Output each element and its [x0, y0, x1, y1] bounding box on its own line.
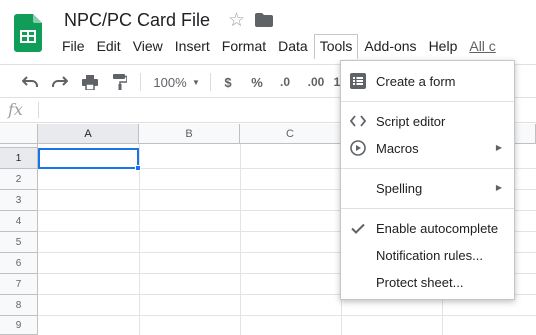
menu-item-label: Macros	[376, 141, 419, 156]
zoom-value: 100%	[153, 74, 187, 90]
menu-insert[interactable]: Insert	[169, 34, 216, 58]
toolbar-divider	[210, 73, 211, 91]
row-header-9[interactable]: 9	[0, 316, 38, 335]
increase-decimal-button[interactable]: .00	[304, 73, 328, 91]
checkmark-icon	[349, 220, 367, 236]
menu-item-enable-autocomplete[interactable]: Enable autocomplete	[341, 215, 514, 241]
row-header-3[interactable]: 3	[0, 190, 38, 211]
all-changes-link[interactable]: All c	[463, 34, 501, 58]
menu-format[interactable]: Format	[216, 34, 272, 58]
submenu-arrow-icon: ▶	[495, 183, 502, 192]
menu-item-label: Protect sheet...	[376, 275, 464, 290]
code-icon	[349, 113, 367, 129]
toolbar-divider	[140, 73, 141, 91]
row-header-7[interactable]: 7	[0, 274, 38, 295]
column-header-c[interactable]: C	[240, 124, 341, 144]
frozen-row-bar[interactable]	[0, 144, 38, 148]
menu-item-create-form[interactable]: Create a form	[341, 68, 514, 94]
menubar: File Edit View Insert Format Data Tools …	[56, 33, 502, 59]
menu-item-label: Create a form	[376, 74, 456, 89]
currency-format-button[interactable]: $	[220, 73, 236, 91]
menu-item-script-editor[interactable]: Script editor	[341, 108, 514, 134]
row-header-4[interactable]: 4	[0, 211, 38, 232]
redo-icon[interactable]	[50, 73, 70, 91]
column-header-a[interactable]: A	[38, 124, 139, 144]
menu-data[interactable]: Data	[272, 34, 314, 58]
select-all-corner[interactable]	[0, 124, 38, 144]
menu-item-macros[interactable]: Macros ▶	[341, 135, 514, 161]
menu-divider	[341, 208, 514, 209]
play-circle-icon	[349, 140, 367, 156]
menu-file[interactable]: File	[56, 34, 91, 58]
column-header-b[interactable]: B	[139, 124, 240, 144]
menu-item-spelling[interactable]: Spelling ▶	[341, 175, 514, 201]
menu-help[interactable]: Help	[423, 34, 464, 58]
undo-icon[interactable]	[20, 73, 40, 91]
row-header-2[interactable]: 2	[0, 169, 38, 190]
menu-tools[interactable]: Tools	[313, 33, 359, 59]
menu-divider	[341, 101, 514, 102]
active-cell-a1[interactable]	[38, 148, 139, 169]
menu-item-label: Spelling	[376, 181, 423, 196]
row-header-1[interactable]: 1	[0, 148, 38, 169]
fx-icon: fx	[8, 100, 23, 119]
form-icon	[349, 73, 367, 89]
tools-menu: Create a form Script editor Macros ▶ Spe…	[340, 60, 515, 300]
decrease-decimal-button[interactable]: .0	[276, 73, 294, 91]
menu-item-label: Script editor	[376, 114, 446, 129]
print-icon[interactable]	[80, 73, 100, 91]
gridline	[139, 144, 140, 335]
gridline	[38, 315, 536, 316]
zoom-select[interactable]: 100%	[150, 73, 190, 91]
fill-handle[interactable]	[135, 165, 141, 171]
menu-divider	[341, 168, 514, 169]
menu-edit[interactable]: Edit	[91, 34, 127, 58]
star-icon[interactable]: ☆	[228, 9, 245, 32]
formula-divider	[38, 102, 39, 118]
menu-addons[interactable]: Add-ons	[358, 34, 422, 58]
menu-item-label: Notification rules...	[376, 248, 483, 263]
paint-format-icon[interactable]	[110, 73, 130, 91]
document-title[interactable]: NPC/PC Card File	[64, 10, 210, 31]
menu-item-label: Enable autocomplete	[376, 221, 499, 236]
sheets-logo-icon[interactable]	[14, 14, 42, 52]
folder-icon[interactable]	[255, 13, 273, 27]
zoom-dropdown-icon[interactable]: ▼	[190, 73, 202, 91]
percent-format-button[interactable]: %	[248, 73, 266, 91]
menu-item-notification-rules[interactable]: Notification rules...	[341, 242, 514, 268]
row-header-5[interactable]: 5	[0, 232, 38, 253]
submenu-arrow-icon: ▶	[495, 143, 502, 152]
row-header-6[interactable]: 6	[0, 253, 38, 274]
menu-view[interactable]: View	[127, 34, 169, 58]
gridline	[240, 144, 241, 335]
menu-item-protect-sheet[interactable]: Protect sheet...	[341, 269, 514, 295]
row-header-8[interactable]: 8	[0, 295, 38, 316]
